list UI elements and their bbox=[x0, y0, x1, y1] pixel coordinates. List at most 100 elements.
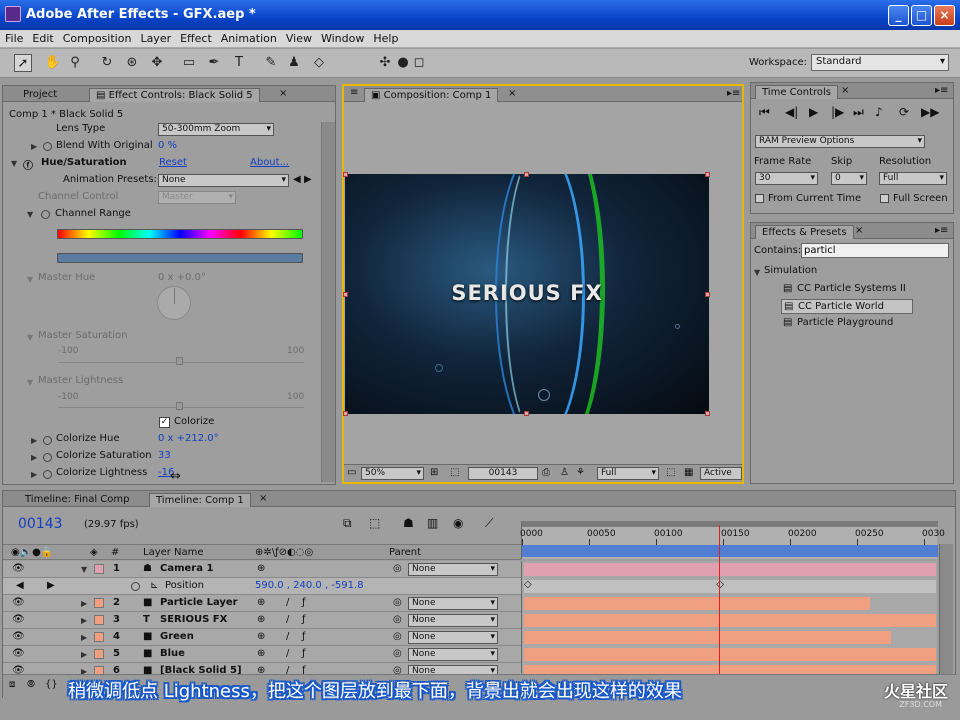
parent-select[interactable]: None ▾ bbox=[408, 648, 498, 661]
parent-select[interactable]: None ▾ bbox=[408, 614, 498, 627]
layer-duration-bar[interactable] bbox=[524, 648, 936, 661]
play-icon[interactable]: ▶ bbox=[809, 105, 818, 119]
tab-timeline-final-comp[interactable]: Timeline: Final Comp bbox=[19, 493, 135, 507]
stopwatch-icon[interactable] bbox=[43, 142, 52, 151]
tab-project[interactable]: Project bbox=[17, 88, 63, 102]
next-keyframe-icon[interactable]: ▶ bbox=[47, 580, 55, 591]
next-frame-icon[interactable]: |▶ bbox=[831, 105, 844, 119]
time-navigator[interactable] bbox=[522, 521, 938, 527]
toggle-transfer-icon[interactable]: ⦾ bbox=[27, 679, 35, 690]
graph-editor-icon[interactable]: ⟋ bbox=[485, 516, 493, 531]
layer-name[interactable]: Green bbox=[160, 631, 194, 642]
channel-icon[interactable]: ⚘ bbox=[576, 467, 585, 478]
menu-effect[interactable]: Effect bbox=[175, 30, 216, 45]
camera-view-select[interactable]: Active C bbox=[700, 467, 742, 480]
layer-duration-bar[interactable] bbox=[524, 597, 871, 610]
resolution-select[interactable]: Full ▾ bbox=[597, 467, 659, 480]
expand-triangle-icon[interactable]: ▶ bbox=[81, 599, 87, 608]
category-simulation[interactable]: Simulation bbox=[764, 265, 817, 276]
collapse-triangle-icon[interactable]: ▼ bbox=[754, 268, 760, 277]
last-frame-icon[interactable]: ⏭ bbox=[853, 105, 864, 120]
time-ruler[interactable]: 0000 00050 00100 00150 00200 00250 0030 bbox=[520, 521, 945, 559]
frame-rate-select[interactable]: 30 ▾ bbox=[755, 172, 818, 185]
shy-switch-icon[interactable]: ⊕ bbox=[257, 563, 265, 574]
quality-switch-icon[interactable]: / bbox=[286, 614, 289, 625]
label-color-swatch[interactable] bbox=[94, 649, 104, 659]
expand-triangle-icon[interactable]: ▶ bbox=[31, 142, 37, 151]
timeline-timecode[interactable]: 00143 bbox=[18, 516, 63, 532]
zoom-tool-icon[interactable]: ⚲ bbox=[66, 54, 84, 72]
layer-row[interactable]: 👁 ▶ 3 T SERIOUS FX ⊕ / ƒ ◎ None ▾ bbox=[3, 612, 521, 629]
panel-options-icon[interactable]: ▸≡ bbox=[935, 85, 948, 96]
colorize-hue-value[interactable]: 0 x +212.0° bbox=[158, 433, 219, 444]
keyframe-track[interactable]: ◇◇ bbox=[524, 579, 936, 593]
parent-select[interactable]: None ▾ bbox=[408, 597, 498, 610]
blend-original-value[interactable]: 0 % bbox=[158, 140, 177, 151]
type-tool-icon[interactable]: T bbox=[230, 54, 248, 72]
region-of-interest-icon[interactable]: ⬚ bbox=[666, 467, 675, 478]
prev-keyframe-icon[interactable]: ◀ bbox=[16, 580, 24, 591]
keyframe-icon[interactable]: ◇ bbox=[524, 579, 532, 590]
full-screen-checkbox[interactable] bbox=[880, 194, 889, 203]
menu-animation[interactable]: Animation bbox=[216, 30, 281, 45]
resolution-select[interactable]: Full ▾ bbox=[879, 172, 947, 185]
tab-composition[interactable]: ▣ Composition: Comp 1 bbox=[364, 88, 499, 102]
lens-type-select[interactable]: 50-300mm Zoom ▾ bbox=[158, 123, 274, 136]
rotation-tool-icon[interactable]: ↻ bbox=[98, 54, 116, 72]
pickwhip-icon[interactable]: ◎ bbox=[393, 597, 402, 608]
layer-handle[interactable] bbox=[343, 172, 348, 177]
layer-row[interactable]: ◀ ▶ ⊾ Position 590.0 , 240.0 , -591.8 bbox=[3, 578, 521, 595]
toggle-in-out-icon[interactable]: {} bbox=[45, 679, 58, 690]
layer-row[interactable]: 👁 ▶ 4 ■ Green ⊕ / ƒ ◎ None ▾ bbox=[3, 629, 521, 646]
tab-timeline-comp1[interactable]: Timeline: Comp 1 bbox=[149, 493, 251, 507]
fx-switch-icon[interactable]: ƒ bbox=[302, 631, 306, 642]
layer-handle[interactable] bbox=[705, 172, 710, 177]
menu-window[interactable]: Window bbox=[316, 30, 368, 45]
close-tab-icon[interactable]: × bbox=[855, 225, 863, 236]
panel-menu-icon[interactable]: ≡ bbox=[350, 87, 358, 98]
workspace-select[interactable]: Standard ▾ bbox=[811, 54, 949, 71]
clone-stamp-icon[interactable]: ♟ bbox=[285, 54, 303, 72]
expand-triangle-icon[interactable]: ▶ bbox=[31, 436, 37, 445]
eye-icon[interactable]: 👁 bbox=[12, 597, 25, 608]
animation-presets-select[interactable]: None ▾ bbox=[158, 174, 289, 187]
current-time-display[interactable]: 00143 bbox=[468, 467, 538, 480]
first-frame-icon[interactable]: ⏮ bbox=[759, 105, 770, 120]
live-update-icon[interactable]: ⬚ bbox=[369, 516, 380, 530]
eye-icon[interactable]: 👁 bbox=[12, 614, 25, 625]
work-area-bar[interactable] bbox=[522, 545, 938, 557]
preset-prev-icon[interactable]: ◀ bbox=[293, 174, 301, 185]
hue-sat-about-link[interactable]: About... bbox=[250, 157, 289, 168]
effect-preset-item[interactable]: ▤ CC Particle Systems II bbox=[781, 282, 913, 297]
effect-controls-scrollbar[interactable] bbox=[321, 122, 335, 482]
selection-tool-icon[interactable]: ➚ bbox=[14, 54, 32, 72]
position-value[interactable]: 590.0 , 240.0 , -591.8 bbox=[255, 580, 364, 591]
label-color-swatch[interactable] bbox=[94, 564, 104, 574]
timeline-scrollbar[interactable] bbox=[939, 544, 953, 674]
eye-icon[interactable]: 👁 bbox=[12, 648, 25, 659]
close-tab-icon[interactable]: × bbox=[279, 88, 287, 99]
tab-time-controls[interactable]: Time Controls bbox=[755, 85, 839, 99]
menu-composition[interactable]: Composition bbox=[58, 30, 136, 45]
tab-effect-controls[interactable]: ▤ Effect Controls: Black Solid 5 bbox=[89, 88, 260, 102]
menu-view[interactable]: View bbox=[281, 30, 316, 45]
skip-select[interactable]: 0 ▾ bbox=[831, 172, 867, 185]
fx-switch-icon[interactable]: ƒ bbox=[302, 648, 306, 659]
shy-switch-icon[interactable]: ⊕ bbox=[257, 614, 265, 625]
layer-row[interactable]: 👁 ▼ 1 ☗ Camera 1 ⊕ ◎ None ▾ bbox=[3, 561, 521, 578]
pickwhip-icon[interactable]: ◎ bbox=[393, 648, 402, 659]
orbit-camera-icon[interactable]: ⊛ bbox=[123, 54, 141, 72]
expand-triangle-icon[interactable]: ▼ bbox=[81, 565, 87, 574]
stopwatch-icon[interactable] bbox=[131, 582, 140, 591]
timeline-track-area[interactable]: ◇◇ bbox=[521, 561, 937, 678]
rectangle-mask-icon[interactable]: ▭ bbox=[180, 54, 198, 72]
composition-viewer[interactable]: SERIOUS FX bbox=[345, 174, 709, 414]
maximize-button[interactable]: □ bbox=[911, 5, 932, 26]
axis-mode-icon[interactable]: ✣ bbox=[376, 54, 394, 72]
layer-handle[interactable] bbox=[524, 172, 529, 177]
collapse-triangle-icon[interactable]: ▼ bbox=[11, 159, 17, 168]
layer-name[interactable]: SERIOUS FX bbox=[160, 614, 227, 625]
brush-tool-icon[interactable]: ✎ bbox=[262, 54, 280, 72]
stopwatch-icon[interactable] bbox=[43, 453, 52, 462]
close-tab-icon[interactable]: × bbox=[508, 88, 516, 99]
